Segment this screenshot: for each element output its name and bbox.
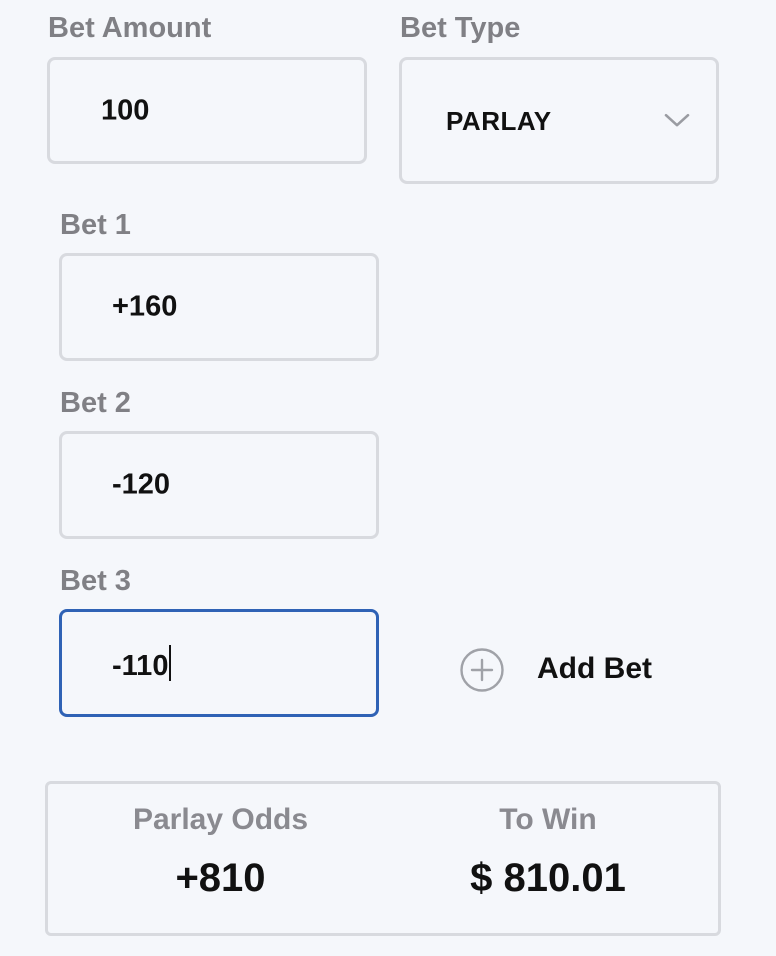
- bet-2-label: Bet 2: [60, 387, 131, 419]
- bet-amount-value: 100: [101, 94, 150, 126]
- bet-3-label: Bet 3: [60, 565, 131, 597]
- bet-2-odds-value: -120: [112, 468, 171, 501]
- bet-1-label: Bet 1: [60, 209, 131, 241]
- to-win-label: To Win: [499, 803, 597, 836]
- bet-type-selected-value: PARLAY: [446, 105, 552, 136]
- to-win-section: To Win $ 810.01: [393, 784, 703, 933]
- chevron-down-icon: [664, 113, 690, 126]
- results-panel: Parlay Odds +810 To Win $ 810.01: [45, 781, 721, 936]
- bet-3-odds-text: -110: [112, 650, 169, 682]
- parlay-odds-label: Parlay Odds: [132, 803, 309, 836]
- bet-amount-label: Bet Amount: [48, 12, 212, 44]
- bet-amount-field[interactable]: 100: [47, 57, 367, 164]
- bet-1-odds-field[interactable]: +160: [59, 253, 379, 361]
- add-bet-button[interactable]: Add Bet: [458, 644, 668, 696]
- parlay-odds-value: +810: [175, 856, 266, 900]
- add-bet-label: Add Bet: [537, 652, 652, 685]
- bet-3-odds-field[interactable]: -110: [59, 609, 379, 717]
- plus-circle-icon: [460, 648, 504, 692]
- bet-3-odds-value: -110: [112, 645, 172, 682]
- to-win-value: $ 810.01: [470, 856, 626, 900]
- bet-type-select[interactable]: PARLAY: [399, 57, 719, 184]
- bet-2-odds-field[interactable]: -120: [59, 431, 379, 539]
- bet-type-label: Bet Type: [400, 12, 521, 44]
- bet-1-odds-value: +160: [112, 290, 178, 323]
- parlay-odds-section: Parlay Odds +810: [48, 784, 393, 933]
- text-cursor: [169, 645, 172, 681]
